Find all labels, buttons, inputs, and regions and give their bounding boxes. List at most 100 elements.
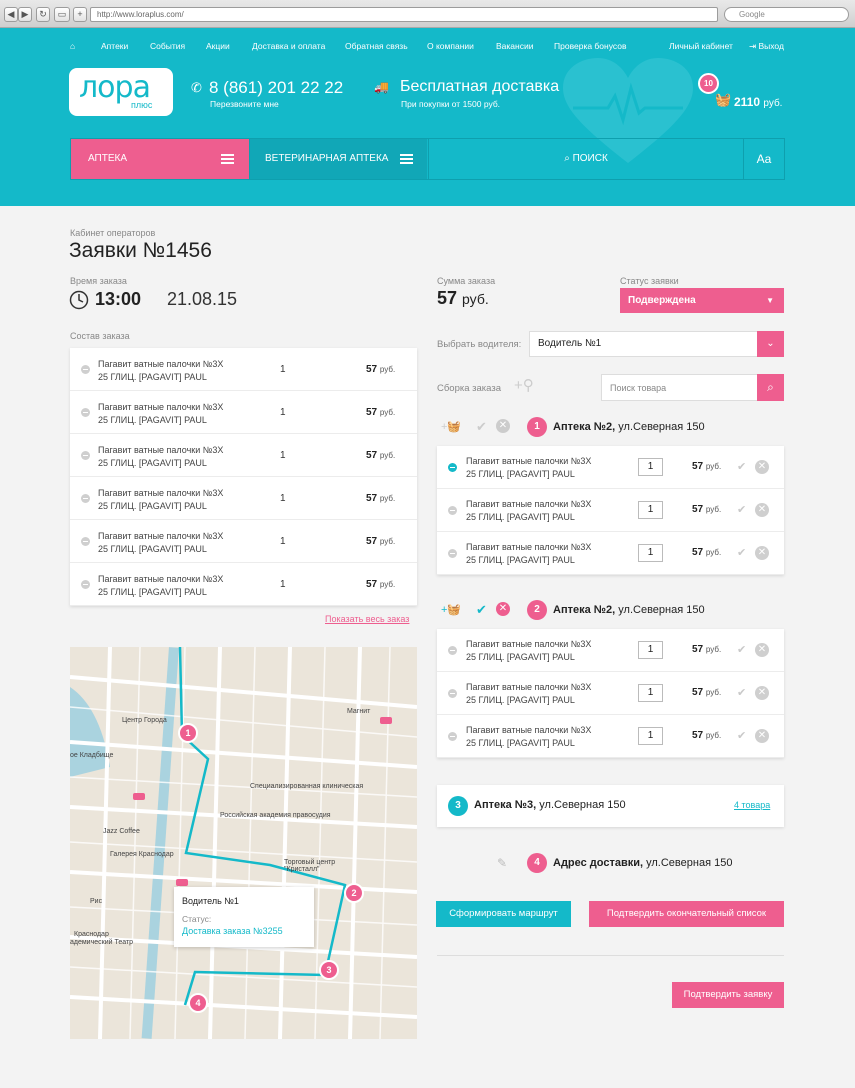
check-icon[interactable]: ✔ <box>737 503 746 516</box>
nav-item-pharmacies[interactable]: Аптеки <box>101 41 128 51</box>
callback-link[interactable]: Перезвоните мне <box>210 99 279 109</box>
close-icon[interactable]: ✕ <box>755 686 769 700</box>
minus-icon[interactable] <box>448 646 457 655</box>
add-to-basket-icon[interactable]: +🧺 <box>441 603 461 616</box>
add-tab-icon[interactable]: + <box>73 7 87 22</box>
browser-search-input[interactable]: Google <box>724 7 849 22</box>
home-icon[interactable]: ⌂ <box>70 41 75 51</box>
map-pin-2[interactable]: 2 <box>344 883 364 903</box>
quantity-input[interactable]: 1 <box>638 684 663 702</box>
confirm-order-button[interactable]: Подтвердить заявку <box>672 982 784 1008</box>
nav-item-vacancies[interactable]: Вакансии <box>496 41 533 51</box>
group-3-number: 3 <box>448 796 468 816</box>
delivery-number: 4 <box>527 853 547 873</box>
minus-icon[interactable] <box>448 549 457 558</box>
breadcrumb[interactable]: Кабинет операторов <box>70 228 155 238</box>
add-location-icon[interactable]: +⚲ <box>514 376 534 394</box>
item-name-line1: Пагавит ватные палочки №3Х <box>466 456 592 466</box>
close-icon[interactable]: ✕ <box>755 546 769 560</box>
phone-icon: ✆ <box>191 80 202 95</box>
close-icon[interactable]: ✕ <box>755 729 769 743</box>
minus-icon[interactable] <box>81 408 90 417</box>
reload-icon[interactable]: ↻ <box>36 7 50 22</box>
check-icon[interactable]: ✔ <box>737 643 746 656</box>
nav-cabinet-link[interactable]: Личный кабинет <box>669 41 733 51</box>
item-name-line1: Пагавит ватные палочки №3Х <box>98 445 224 455</box>
item-name-line2: 25 ГЛИЦ. [PAGAVIT] PAUL <box>98 500 207 511</box>
menu-pharmacy-label: Аптека <box>88 153 128 164</box>
map-pin-3[interactable]: 3 <box>319 960 339 980</box>
minus-icon[interactable] <box>81 494 90 503</box>
popup-status[interactable]: Доставка заказа №3255 <box>182 926 283 936</box>
build-route-button[interactable]: Сформировать маршрут <box>436 901 571 927</box>
close-icon[interactable]: ✕ <box>755 460 769 474</box>
minus-icon[interactable] <box>448 732 457 741</box>
quantity-input[interactable]: 1 <box>638 641 663 659</box>
item-name: Пагавит ватные палочки №3Х 25 ГЛИЦ. [PAGA… <box>466 724 591 749</box>
close-icon[interactable]: ✕ <box>755 503 769 517</box>
cart-sum[interactable]: 2110 руб. <box>734 95 782 109</box>
item-price-value: 57 <box>692 504 704 515</box>
show-all-link[interactable]: Показать весь заказ <box>325 614 409 624</box>
back-icon[interactable]: ◀ <box>4 7 18 22</box>
close-icon[interactable]: ✕ <box>496 419 510 433</box>
quantity-input[interactable]: 1 <box>638 458 663 476</box>
minus-icon[interactable] <box>448 506 457 515</box>
status-select[interactable]: Подверждена ▼ <box>620 288 784 313</box>
status-value: Подверждена <box>628 295 696 306</box>
quantity-input[interactable]: 1 <box>638 501 663 519</box>
nav-item-feedback[interactable]: Обратная связь <box>345 41 408 51</box>
search-icon[interactable]: ⌕ <box>757 374 784 401</box>
map-pin-1[interactable]: 1 <box>178 723 198 743</box>
item-name-line1: Пагавит ватные палочки №3Х <box>98 359 224 369</box>
logout-link[interactable]: ⇥ Выход <box>749 41 784 52</box>
item-currency: руб. <box>705 548 722 557</box>
close-icon[interactable]: ✕ <box>755 643 769 657</box>
nav-item-events[interactable]: События <box>150 41 185 51</box>
quantity-input[interactable]: 1 <box>638 727 663 745</box>
add-to-basket-icon[interactable]: +🧺 <box>441 420 461 433</box>
nav-item-about[interactable]: О компании <box>427 41 474 51</box>
check-icon[interactable]: ✔ <box>737 686 746 699</box>
nav-item-delivery[interactable]: Доставка и оплата <box>252 41 325 51</box>
quantity-input[interactable]: 1 <box>638 544 663 562</box>
confirm-list-button[interactable]: Подтвердить окончательный список <box>589 901 784 927</box>
check-icon[interactable]: ✔ <box>737 546 746 559</box>
minus-icon[interactable] <box>448 463 457 472</box>
group-3-card[interactable]: 3 Аптека №3, ул.Северная 150 4 товара <box>437 785 784 827</box>
group-2-name: Аптека №2, <box>553 604 616 616</box>
check-icon[interactable]: ✔ <box>476 602 487 618</box>
logo[interactable]: лора плюс <box>69 68 173 116</box>
route-map[interactable]: 1 2 3 4 Центр Города Магнит ое Кладбище … <box>70 647 417 1039</box>
product-search-input[interactable]: Поиск товара ⌕ <box>601 374 784 401</box>
menu-vet-pharmacy[interactable]: Ветеринарная аптека <box>249 139 427 179</box>
check-icon[interactable]: ✔ <box>737 729 746 742</box>
url-bar[interactable]: http://www.loraplus.com/ <box>90 7 718 22</box>
check-icon[interactable]: ✔ <box>737 460 746 473</box>
nav-item-bonus-check[interactable]: Проверка бонусов <box>554 41 626 51</box>
item-name: Пагавит ватные палочки №3Х 25 ГЛИЦ. [PAGA… <box>98 358 223 383</box>
minus-icon[interactable] <box>81 580 90 589</box>
minus-icon[interactable] <box>448 689 457 698</box>
minus-icon[interactable] <box>81 451 90 460</box>
close-icon[interactable]: ✕ <box>496 602 510 616</box>
cart-icon[interactable]: 🧺 <box>715 92 731 108</box>
nav-item-promos[interactable]: Акции <box>206 41 230 51</box>
logout-icon: ⇥ <box>749 41 757 51</box>
font-size-button[interactable]: Aa <box>743 139 784 179</box>
list-item: Пагавит ватные палочки №3Х 25 ГЛИЦ. [PAGA… <box>70 477 417 520</box>
item-price: 57 руб. <box>692 461 721 472</box>
minus-icon[interactable] <box>81 365 90 374</box>
pencil-icon[interactable]: ✎ <box>497 856 507 870</box>
item-name: Пагавит ватные палочки №3Х 25 ГЛИЦ. [PAGA… <box>466 638 591 663</box>
driver-select[interactable]: Водитель №1 ⌄ <box>529 331 784 357</box>
menu-pharmacy[interactable]: Аптека <box>71 139 249 179</box>
check-icon[interactable]: ✔ <box>476 419 487 435</box>
item-price: 57 руб. <box>366 364 395 375</box>
map-pin-4[interactable]: 4 <box>188 993 208 1013</box>
group-3-items-link[interactable]: 4 товара <box>734 800 770 810</box>
menu-search[interactable]: ⌕ Поиск <box>428 139 743 179</box>
minus-icon[interactable] <box>81 537 90 546</box>
bookmark-icon[interactable]: ▭ <box>54 7 70 22</box>
forward-icon[interactable]: ▶ <box>18 7 32 22</box>
